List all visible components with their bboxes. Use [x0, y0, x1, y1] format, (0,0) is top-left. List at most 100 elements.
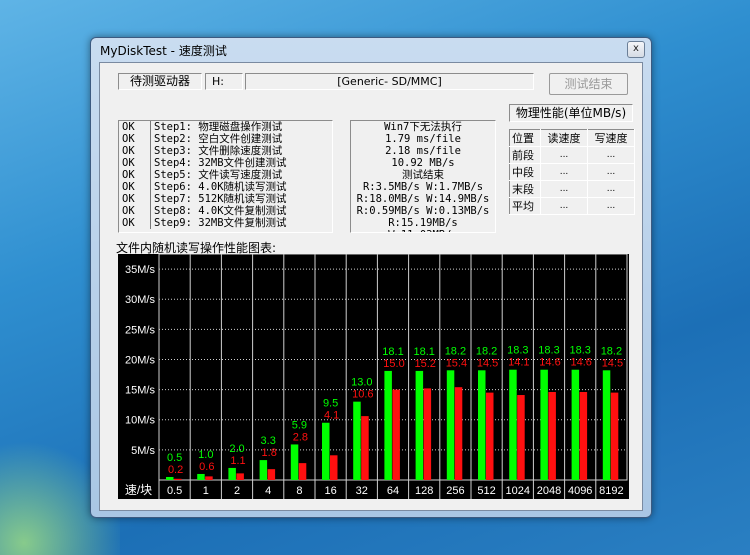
header-read: 读速度: [540, 129, 588, 147]
finish-button[interactable]: 测试结束: [549, 73, 628, 95]
header-write: 写速度: [587, 129, 635, 147]
step-status: OK: [119, 121, 151, 133]
bar-read: [415, 370, 424, 480]
result-line: 测试结束: [402, 169, 444, 181]
x-tick-label: 2048: [537, 485, 561, 497]
row-read: ...: [540, 197, 588, 215]
bar-read: [509, 369, 517, 480]
bar-write: [486, 392, 494, 480]
drive-label: 待测驱动器: [118, 73, 202, 90]
table-row: 末段 ... ...: [509, 180, 635, 198]
bar-read: [290, 444, 299, 480]
window-title: MyDiskTest - 速度测试: [100, 44, 227, 58]
row-position: 末段: [509, 180, 541, 198]
x-tick-label: 32: [356, 485, 368, 497]
step-status: OK: [119, 145, 151, 157]
result-line: 10.92 MB/s: [391, 157, 455, 169]
data-label-read: 18.1: [413, 346, 434, 358]
step-name: Step2: 空白文件创建测试: [154, 133, 283, 145]
step-status: OK: [119, 169, 151, 181]
data-label-read: 18.2: [445, 345, 466, 357]
bar-write: [579, 392, 588, 480]
x-axis-label: 速/块: [125, 483, 152, 497]
result-list: Win7下无法执行 1.79 ms/file 2.18 ms/file 10.92 M…: [350, 120, 496, 233]
data-label-write: 14.6: [539, 357, 560, 369]
row-read: ...: [540, 163, 588, 181]
data-label-write: 14.6: [570, 357, 591, 369]
y-tick-label: 15M/s: [125, 385, 155, 397]
physical-header-row: 位置 读速度 写速度: [509, 129, 635, 147]
y-tick-label: 10M/s: [125, 415, 155, 427]
bar-write: [267, 469, 276, 480]
data-label-write: 1.8: [262, 447, 277, 459]
bar-write: [423, 388, 432, 480]
bar-read: [384, 370, 392, 480]
step-row: OK Step7: 512K随机读写测试: [119, 193, 332, 205]
physical-title: 物理性能(单位MB/s): [509, 104, 633, 122]
bar-read: [322, 422, 330, 480]
step-row: OK Step3: 文件删除速度测试: [119, 145, 332, 157]
x-tick-label: 1: [203, 485, 209, 497]
data-label-write: 2.8: [293, 431, 308, 443]
data-label-read: 13.0: [351, 377, 372, 389]
x-tick-label: 0.5: [167, 485, 182, 497]
x-tick-label: 8192: [599, 485, 623, 497]
row-write: ...: [587, 163, 635, 181]
y-tick-label: 30M/s: [125, 294, 155, 306]
title-bar[interactable]: MyDiskTest - 速度测试 x: [91, 38, 651, 62]
row-read: ...: [540, 146, 588, 164]
result-line: R:0.59MB/s W:0.13MB/s: [356, 205, 490, 217]
step-row: OK Step2: 空白文件创建测试: [119, 133, 332, 145]
row-write: ...: [587, 180, 635, 198]
data-label-read: 0.5: [167, 452, 182, 464]
performance-chart: 5M/s 10M/s 15M/s 20M/s 25M/s 30M/s 35M/s 速/块 0.5…: [118, 254, 629, 499]
table-row: 前段 ... ...: [509, 146, 635, 164]
app-window: MyDiskTest - 速度测试 x 待测驱动器 H: [Generic- S…: [90, 37, 652, 518]
drive-letter: H:: [205, 73, 243, 90]
bar-read: [197, 473, 205, 480]
x-tick-label: 512: [477, 485, 495, 497]
close-button[interactable]: x: [627, 41, 645, 58]
drive-name: [Generic- SD/MMC]: [245, 73, 534, 90]
step-row: OK Step6: 4.0K随机读写测试: [119, 181, 332, 193]
step-row: OK Step8: 4.0K文件复制测试: [119, 205, 332, 217]
data-label-write: 10.6: [352, 389, 373, 401]
data-label-write: 14.5: [602, 357, 623, 369]
data-label-write: 4.1: [324, 410, 339, 422]
data-label-write: 14.5: [477, 357, 498, 369]
table-row: 平均 ... ...: [509, 197, 635, 215]
x-tick-label: 4: [265, 485, 271, 497]
data-label-write: 15.0: [383, 358, 404, 370]
bar-write: [361, 416, 369, 480]
x-tick-label: 128: [415, 485, 433, 497]
step-name: Step9: 32MB文件复制测试: [154, 217, 287, 229]
data-label-write: 15.4: [446, 357, 467, 369]
client-area: 待测驱动器 H: [Generic- SD/MMC] 测试结束 OK Step1:…: [99, 62, 643, 511]
bar-write: [298, 463, 307, 480]
data-label-read: 2.0: [229, 443, 244, 455]
bar-write: [330, 455, 338, 480]
bar-read: [478, 370, 486, 480]
bar-write: [174, 478, 182, 480]
data-label-read: 9.5: [323, 398, 338, 410]
bar-write: [610, 392, 619, 480]
row-position: 中段: [509, 163, 541, 181]
table-row: 中段 ... ...: [509, 163, 635, 181]
row-position: 平均: [509, 197, 541, 215]
data-label-read: 18.2: [476, 345, 497, 357]
bar-read: [602, 370, 611, 480]
x-tick-label: 2: [234, 485, 240, 497]
row-position: 前段: [509, 146, 541, 164]
step-name: Step3: 文件删除速度测试: [154, 145, 283, 157]
bar-read: [571, 369, 580, 480]
data-label-write: 15.2: [414, 358, 435, 370]
y-tick-label: 5M/s: [131, 445, 155, 457]
result-line: Win7下无法执行: [384, 121, 462, 133]
result-line: R:15.19MB/s W:11.03MB/s: [388, 217, 458, 232]
step-list: OK Step1: 物理磁盘操作测试 OK Step2: 空白文件创建测试 OK Step…: [118, 120, 333, 233]
bar-write: [392, 389, 400, 480]
x-tick-label: 16: [324, 485, 336, 497]
bar-read: [166, 476, 174, 480]
bar-read: [540, 369, 548, 480]
y-tick-label: 35M/s: [125, 264, 155, 276]
